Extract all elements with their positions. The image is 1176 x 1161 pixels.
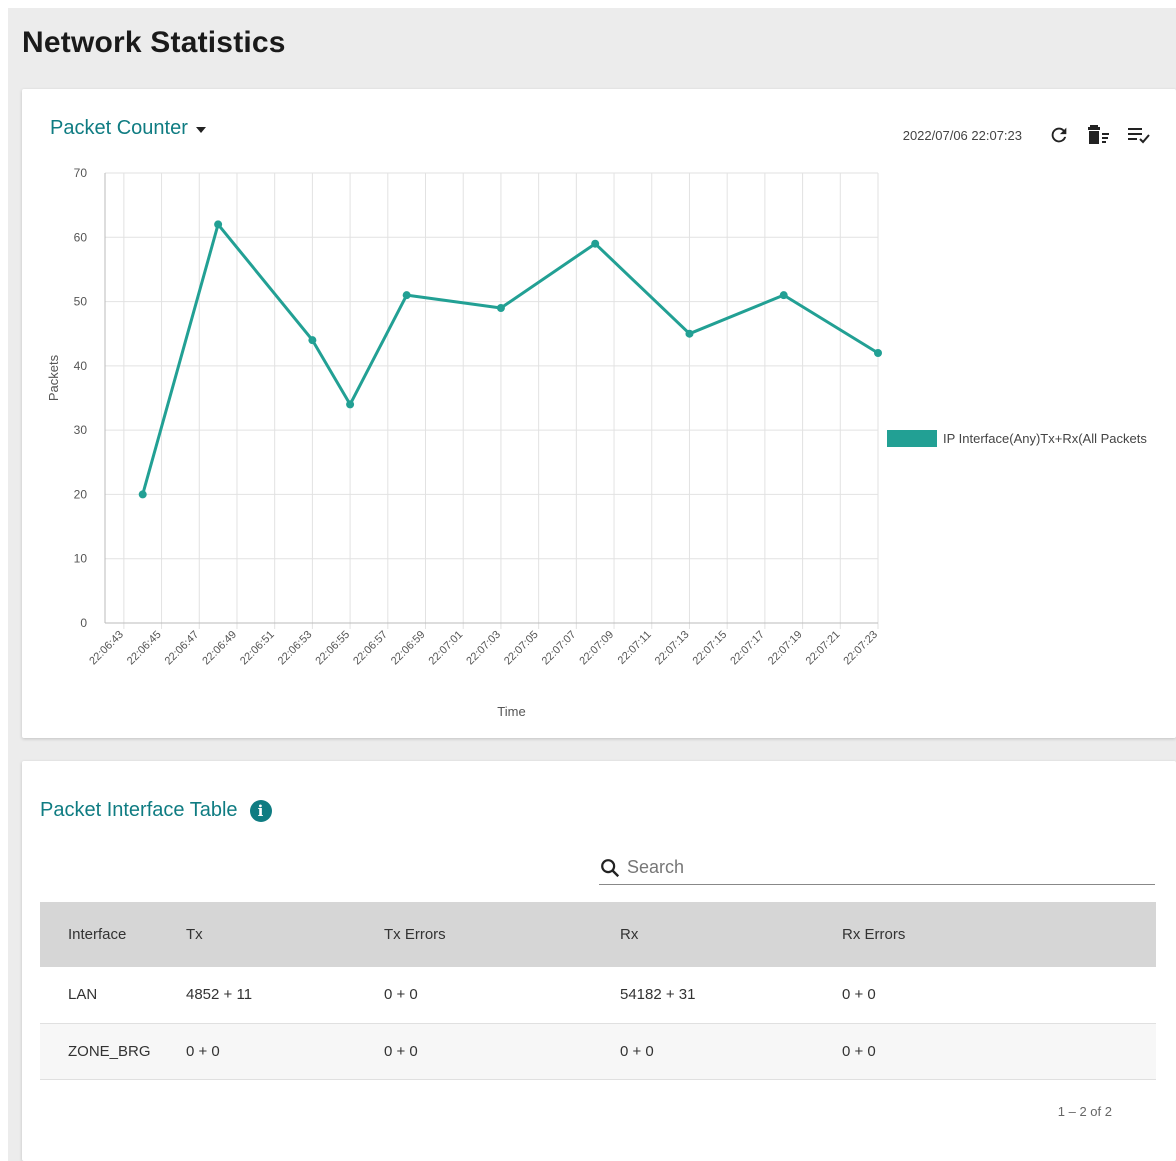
- cell-rx-errors: 0 + 0: [842, 1042, 876, 1060]
- x-tick-label: 22:06:45: [125, 629, 164, 668]
- search-box: [599, 851, 1155, 885]
- legend-label: IP Interface(Any)Tx+Rx(All Packets: [943, 431, 1147, 446]
- cell-tx-errors: 0 + 0: [384, 986, 418, 1004]
- x-axis-title: Time: [497, 704, 525, 719]
- data-point: [138, 490, 147, 499]
- column-header-interface[interactable]: Interface: [40, 902, 158, 967]
- packet-counter-chart: 01020304050607022:06:4322:06:4522:06:472…: [46, 166, 882, 719]
- search-icon: [601, 858, 620, 877]
- last-updated-timestamp: 2022/07/06 22:07:23: [902, 127, 1022, 143]
- cell-rx-errors: 0 + 0: [842, 986, 876, 1004]
- x-tick-label: 22:07:05: [502, 629, 541, 668]
- x-tick-label: 22:07:07: [540, 629, 579, 668]
- search-input[interactable]: [627, 857, 1127, 878]
- x-tick-label: 22:07:15: [691, 629, 730, 668]
- x-tick-label: 22:07:09: [577, 629, 616, 668]
- table-row[interactable]: LAN 4852 + 11 0 + 0 54182 + 31 0 + 0: [40, 967, 1156, 1023]
- y-tick-label: 30: [74, 423, 88, 437]
- data-point: [402, 291, 411, 300]
- chevron-down-icon: [195, 126, 206, 133]
- x-tick-label: 22:06:59: [389, 629, 428, 668]
- data-point: [214, 220, 223, 229]
- info-icon[interactable]: i: [249, 799, 272, 822]
- series-line: [141, 222, 879, 495]
- cell-rx: 0 + 0: [620, 1042, 654, 1060]
- chart-type-label: Packet Counter: [50, 117, 188, 139]
- refresh-icon: [1051, 127, 1067, 143]
- y-tick-label: 70: [74, 166, 88, 180]
- x-tick-label: 22:06:55: [313, 629, 352, 668]
- chart-type-dropdown[interactable]: Packet Counter: [50, 117, 206, 140]
- y-axis-title: Packets: [46, 354, 61, 401]
- interface-table: Interface Tx Tx Errors Rx Rx Errors LAN …: [40, 902, 1156, 1080]
- column-header-tx[interactable]: Tx: [158, 902, 356, 967]
- data-point: [779, 291, 788, 300]
- delete-icon: [1088, 125, 1109, 144]
- legend-swatch: [887, 430, 937, 447]
- pagination-range: 1 – 2 of 2: [1057, 1104, 1112, 1119]
- x-tick-label: 22:07:11: [616, 629, 654, 667]
- column-header-rx-errors[interactable]: Rx Errors: [814, 902, 1156, 967]
- y-tick-label: 10: [74, 552, 88, 566]
- packet-counter-card: 0 10 20 30 40 50 60 70 22:06:43 22:06:45 22:06:47 2…: [22, 89, 1176, 738]
- chart-legend[interactable]: IP Interface(Any)Tx+Rx(All Packets: [887, 430, 1163, 447]
- table-header-row: Interface Tx Tx Errors Rx Rx Errors: [40, 902, 1156, 967]
- y-tick-label: 50: [74, 295, 88, 309]
- y-tick-label: 40: [74, 359, 88, 373]
- data-point: [874, 349, 882, 357]
- cell-tx: 4852 + 11: [186, 986, 253, 1004]
- x-tick-label: 22:06:57: [351, 629, 390, 668]
- cell-interface: LAN: [68, 986, 98, 1004]
- page-background: Network Statistics 0 10 20 30 40 50 60 70 22:06:…: [8, 8, 1176, 1161]
- x-tick-label: 22:06:47: [163, 629, 202, 668]
- x-tick-label: 22:07:17: [728, 629, 767, 668]
- clear-data-button[interactable]: [1084, 121, 1114, 149]
- table-row[interactable]: ZONE_BRG 0 + 0 0 + 0 0 + 0 0 + 0: [40, 1023, 1156, 1079]
- y-tick-label: 20: [74, 487, 88, 501]
- chart-toolbar: 2022/07/06 22:07:23: [903, 121, 1154, 149]
- table-title-label: Packet Interface Table: [40, 799, 238, 821]
- data-point: [496, 304, 505, 312]
- x-tick-label: 22:06:51: [238, 629, 277, 668]
- page-title: Network Statistics: [22, 26, 286, 59]
- x-tick-label: 22:06:49: [200, 629, 239, 668]
- cell-interface: ZONE_BRG: [68, 1042, 151, 1060]
- data-point: [591, 239, 600, 248]
- data-point: [346, 400, 355, 409]
- column-header-tx-errors[interactable]: Tx Errors: [356, 902, 592, 967]
- x-tick-label: 22:07:19: [766, 629, 805, 668]
- data-point: [685, 329, 694, 338]
- packet-interface-table-card: Packet Interface Table i Interface Tx Tx…: [22, 761, 1176, 1161]
- cell-tx: 0 + 0: [186, 1042, 220, 1060]
- cell-rx: 54182 + 31: [620, 986, 696, 1004]
- cell-tx-errors: 0 + 0: [384, 1042, 418, 1060]
- x-tick-label: 22:06:53: [276, 629, 315, 668]
- x-tick-label: 22:07:23: [841, 629, 880, 668]
- table-title: Packet Interface Table i: [40, 799, 272, 822]
- y-tick-label: 60: [74, 230, 88, 244]
- x-tick-label: 22:06:43: [87, 629, 126, 668]
- select-series-button[interactable]: [1124, 121, 1154, 149]
- x-tick-label: 22:07:03: [464, 629, 503, 668]
- x-tick-label: 22:07:01: [427, 629, 466, 668]
- x-tick-label: 22:07:13: [653, 629, 692, 668]
- y-tick-label: 0: [80, 616, 87, 630]
- list-check-icon: [1128, 128, 1150, 144]
- data-point: [308, 336, 317, 345]
- refresh-button[interactable]: [1044, 121, 1074, 149]
- column-header-rx[interactable]: Rx: [592, 902, 814, 967]
- x-tick-label: 22:07:21: [804, 629, 843, 668]
